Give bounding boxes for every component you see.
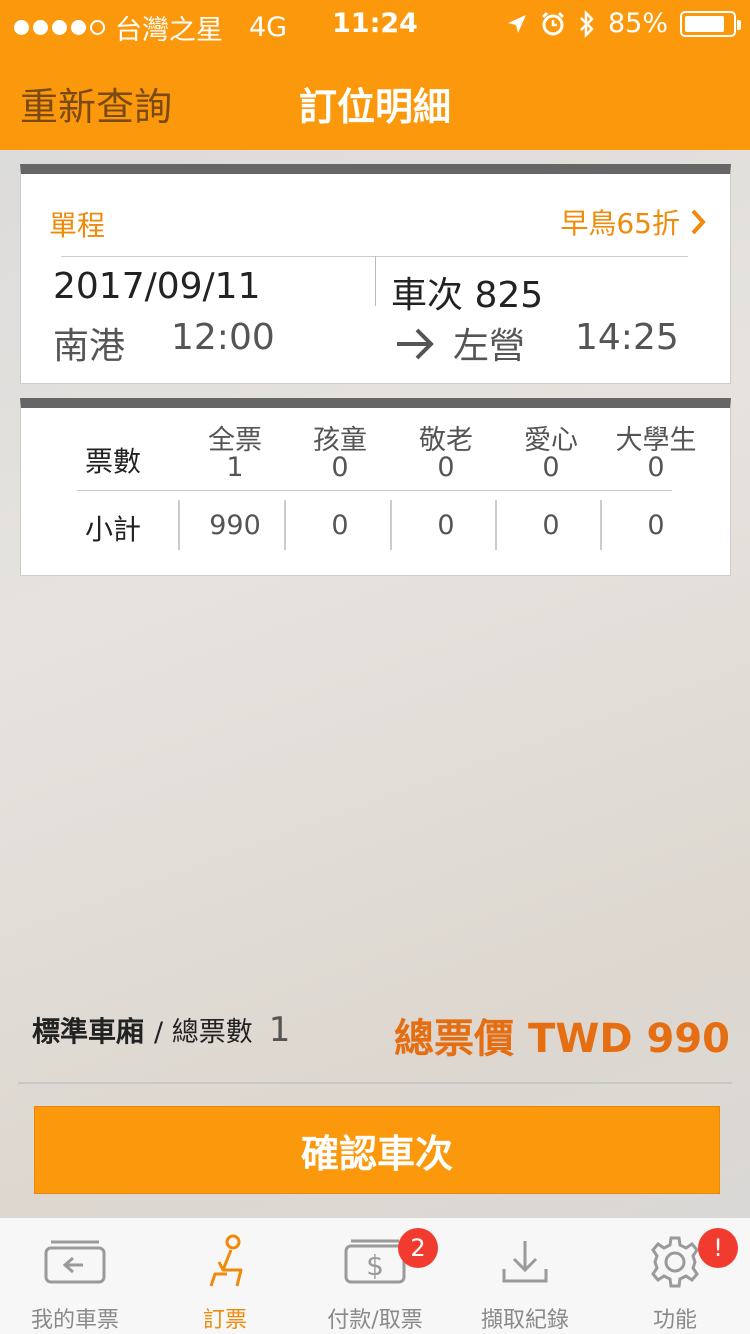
ticket-count: 1	[226, 452, 244, 483]
tab-functions[interactable]: ! 功能	[600, 1218, 750, 1334]
nav-bar: 重新查詢 訂位明細	[0, 50, 750, 150]
tab-retrieve-records[interactable]: 擷取紀錄	[450, 1218, 600, 1334]
seat-icon	[209, 1234, 243, 1287]
tab-label: 付款/取票	[327, 1308, 423, 1333]
summary-row: 標準車廂 / 總票數 1	[32, 1010, 290, 1050]
notification-badge: 2	[398, 1228, 438, 1268]
tab-label: 功能	[652, 1308, 697, 1333]
tab-booking[interactable]: 訂票	[150, 1218, 300, 1334]
subtotal-value: 0	[647, 510, 665, 541]
header: 台灣之星 4G 11:24 85% 重新查詢 訂位明細	[0, 0, 750, 150]
total-count: 1	[268, 1010, 291, 1050]
ticket-count: 0	[647, 452, 665, 483]
location-icon	[507, 14, 526, 33]
departure-time: 12:00	[171, 317, 275, 358]
arrow-right-icon	[397, 328, 434, 360]
trip-card: 單程 早鳥65折 2017/09/11 車次 825 南港 12:00 左營 1…	[20, 164, 731, 384]
download-icon	[502, 1241, 548, 1283]
divider	[390, 500, 392, 550]
tab-label: 我的車票	[30, 1308, 119, 1333]
trip-date: 2017/09/11	[53, 266, 261, 307]
trip-type: 單程	[49, 209, 106, 242]
divider	[18, 1082, 732, 1084]
divider	[284, 500, 286, 550]
subtotal-label: 小計	[85, 513, 142, 546]
tab-label: 擷取紀錄	[480, 1308, 569, 1333]
train-number: 車次 825	[391, 275, 544, 316]
ticket-count: 0	[437, 452, 455, 483]
car-type: 標準車廂	[32, 1015, 145, 1048]
tab-my-tickets[interactable]: 我的車票	[0, 1218, 150, 1334]
ticket-count: 0	[542, 452, 560, 483]
divider	[375, 256, 376, 306]
alert-badge: !	[698, 1228, 738, 1268]
divider	[600, 500, 602, 550]
subtotal-value: 990	[209, 510, 261, 541]
subtotal-value: 0	[331, 510, 349, 541]
battery-percent: 85%	[607, 8, 668, 39]
divider	[77, 490, 672, 491]
ticket-count-label: 票數	[85, 445, 142, 478]
arrival-time: 14:25	[575, 317, 679, 358]
subtotal-value: 0	[437, 510, 455, 541]
departure-station: 南港	[53, 326, 126, 367]
page-title: 訂位明細	[298, 85, 451, 129]
tab-label: 訂票	[202, 1308, 247, 1333]
battery-icon	[680, 10, 741, 37]
tab-payment[interactable]: $ 2 付款/取票	[300, 1218, 450, 1334]
svg-text:$: $	[366, 1249, 384, 1282]
divider	[495, 500, 497, 550]
promo-label: 早鳥65折	[560, 207, 680, 240]
ticket-table-card: 票數 全票 孩童 敬老 愛心 大學生 1 0 0 0 0 小計 990 0 0 …	[20, 398, 731, 576]
arrival-station: 左營	[453, 326, 526, 367]
alarm-icon	[541, 11, 565, 35]
subtotal-value: 0	[542, 510, 560, 541]
divider	[178, 500, 180, 550]
total-count-label: / 總票數	[154, 1017, 253, 1048]
promo-link[interactable]: 早鳥65折	[560, 202, 706, 242]
total-price: 總票價 TWD 990	[394, 1016, 730, 1062]
ticket-icon	[44, 1240, 106, 1284]
confirm-train-button[interactable]: 確認車次	[34, 1106, 720, 1194]
gear-icon	[651, 1236, 699, 1288]
ticket-count: 0	[331, 452, 349, 483]
chevron-right-icon	[691, 209, 706, 235]
status-bar: 台灣之星 4G 11:24 85%	[0, 0, 750, 50]
battery-level	[685, 15, 725, 32]
tab-bar: 我的車票 訂票 $ 2 付款/取票 擷取紀錄 ! 功能	[0, 1217, 750, 1334]
bluetooth-icon	[580, 9, 594, 38]
